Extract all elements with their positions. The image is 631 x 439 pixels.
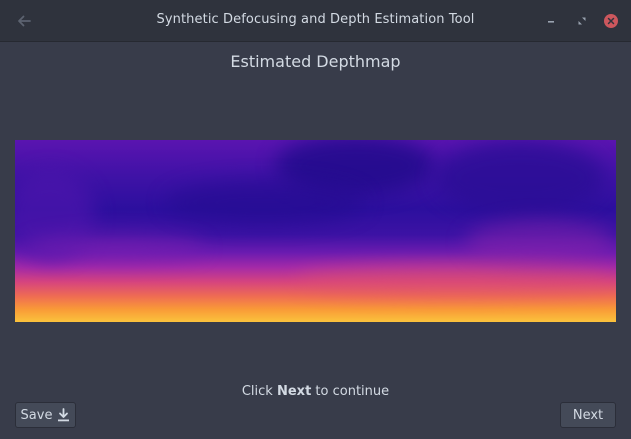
next-button-label: Next <box>572 407 604 423</box>
next-button[interactable]: Next <box>560 402 616 428</box>
close-button[interactable] <box>602 12 620 30</box>
minimize-button[interactable] <box>542 12 560 30</box>
page-heading: Estimated Depthmap <box>230 52 401 71</box>
hint-prefix: Click <box>241 384 273 399</box>
save-button[interactable]: Save <box>15 402 76 428</box>
window-title: Synthetic Defocusing and Depth Estimatio… <box>156 12 475 27</box>
maximize-icon <box>578 17 586 25</box>
app-window: Synthetic Defocusing and Depth Estimatio… <box>0 0 631 439</box>
continue-hint: Click Next to continue <box>0 384 631 399</box>
close-icon <box>604 14 618 28</box>
depthmap-image <box>15 140 616 322</box>
maximize-button[interactable] <box>573 12 591 30</box>
save-button-label: Save <box>20 407 53 423</box>
hint-next-keyword: Next <box>276 384 312 399</box>
download-icon <box>58 408 70 422</box>
title-bar: Synthetic Defocusing and Depth Estimatio… <box>0 0 631 42</box>
hint-suffix: to continue <box>315 384 390 399</box>
minimize-icon <box>548 21 554 23</box>
